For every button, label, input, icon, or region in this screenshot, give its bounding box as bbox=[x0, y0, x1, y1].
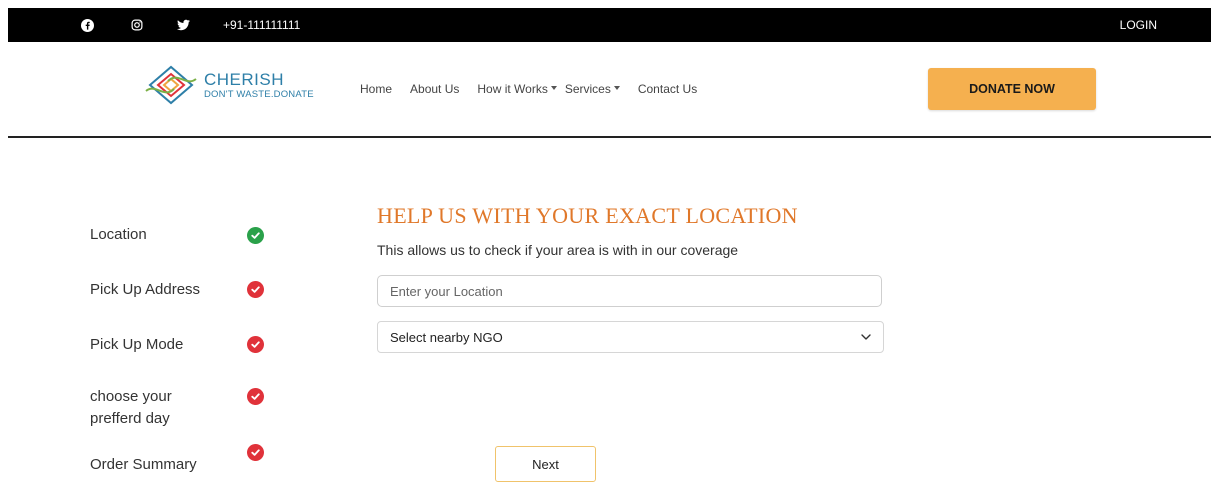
nav-home[interactable]: Home bbox=[360, 82, 392, 96]
nav-services-label: Services bbox=[564, 82, 611, 96]
check-circle-icon bbox=[247, 227, 264, 244]
next-button[interactable]: Next bbox=[495, 446, 596, 482]
check-circle-icon bbox=[247, 444, 264, 461]
chevron-down-icon bbox=[861, 334, 871, 340]
step-label: choose your prefferd day bbox=[90, 388, 172, 427]
step-label: Pick Up Address bbox=[90, 281, 201, 298]
ngo-select-value: Select nearby NGO bbox=[390, 329, 503, 345]
nav-how-label: How it Works bbox=[477, 82, 548, 96]
ngo-select[interactable]: Select nearby NGO bbox=[377, 321, 884, 353]
facebook-icon[interactable] bbox=[76, 8, 98, 42]
top-bar: +91-111111111 LOGIN bbox=[8, 8, 1211, 42]
brand-tagline: DON'T WASTE.DONATE bbox=[204, 88, 314, 100]
main-nav: Home About Us How it Works Services Cont… bbox=[360, 42, 715, 136]
page-subtitle: This allows us to check if your area is … bbox=[377, 242, 739, 258]
nav-contact-label: Contact Us bbox=[637, 82, 698, 96]
nav-home-label: Home bbox=[360, 82, 393, 96]
step-label: Location bbox=[90, 226, 147, 243]
brand-name: CHERISH bbox=[204, 69, 285, 89]
nav-about-label: About Us bbox=[410, 82, 460, 96]
nav-how-it-works[interactable]: How it Works bbox=[477, 82, 557, 96]
check-circle-icon bbox=[247, 281, 264, 298]
check-circle-icon bbox=[247, 388, 264, 405]
location-input[interactable] bbox=[377, 275, 882, 307]
nav-services[interactable]: Services bbox=[565, 82, 620, 96]
chevron-down-icon bbox=[550, 86, 557, 90]
twitter-icon[interactable] bbox=[172, 8, 194, 42]
nav-contact-us[interactable]: Contact Us bbox=[638, 82, 697, 96]
nav-about-us[interactable]: About Us bbox=[410, 82, 459, 96]
site-header: CHERISH DON'T WASTE.DONATE Home About Us… bbox=[8, 42, 1211, 138]
instagram-icon[interactable] bbox=[126, 8, 148, 42]
page-title: HELP US WITH YOUR EXACT LOCATION bbox=[377, 203, 798, 228]
check-circle-icon bbox=[247, 336, 264, 353]
login-link[interactable]: LOGIN bbox=[1120, 8, 1157, 42]
chevron-down-icon bbox=[613, 86, 620, 90]
step-label: Order Summary bbox=[90, 456, 197, 473]
brand-logo[interactable]: CHERISH DON'T WASTE.DONATE bbox=[144, 56, 324, 114]
phone-number: +91-111111111 bbox=[223, 18, 301, 32]
step-label: Pick Up Mode bbox=[90, 336, 184, 353]
donate-now-button[interactable]: DONATE NOW bbox=[928, 68, 1096, 110]
cherish-logo-icon bbox=[145, 65, 197, 105]
